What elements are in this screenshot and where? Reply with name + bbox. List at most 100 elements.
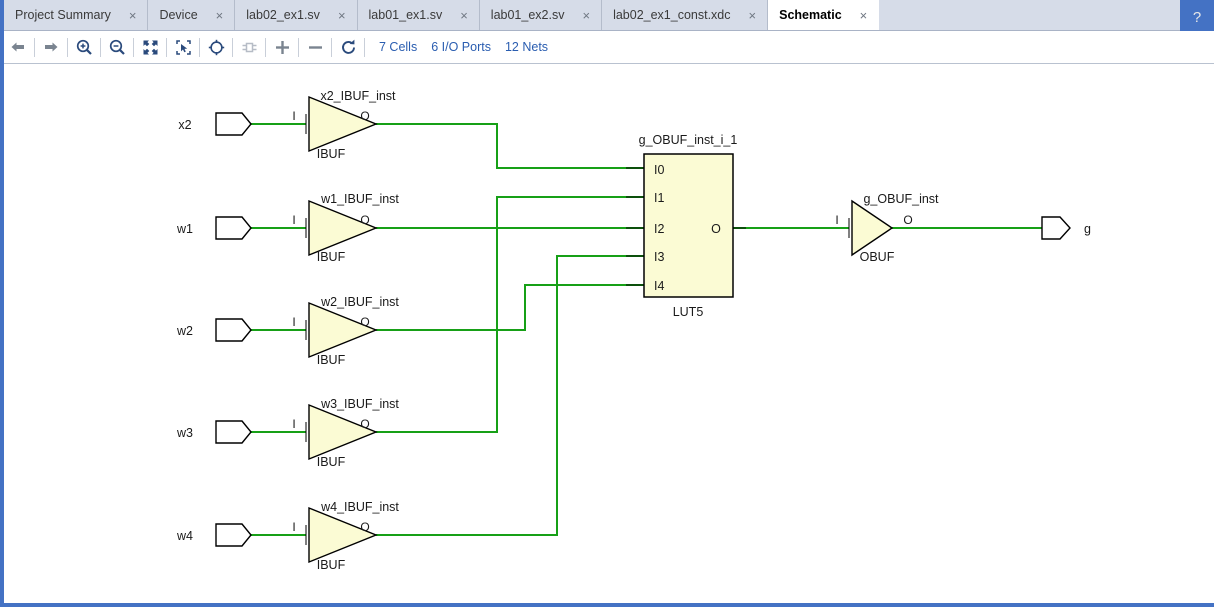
port-label-w1: w1 (176, 222, 193, 236)
port-label-g: g (1084, 222, 1091, 236)
port-label-w3: w3 (176, 426, 193, 440)
tab-close-icon[interactable]: × (747, 8, 759, 23)
help-bar: ? (1180, 0, 1214, 31)
expand-cell-icon[interactable] (235, 33, 263, 61)
toolbar-separator (364, 38, 365, 57)
pin-label-in: I (292, 213, 295, 227)
pin-label-out: O (360, 417, 369, 431)
toolbar-separator (331, 38, 332, 57)
remove-cells-icon[interactable] (301, 33, 329, 61)
lut-pin-label-o: O (711, 222, 721, 236)
port-shape-w4 (216, 524, 251, 546)
cell-instance-label: w1_IBUF_inst (320, 192, 399, 206)
cell-g-obuf[interactable] (852, 201, 892, 255)
tab-strip-filler (879, 0, 1214, 30)
pin-label-out: O (360, 109, 369, 123)
tab-lab02-ex1-const-xdc[interactable]: lab02_ex1_const.xdc × (602, 0, 768, 30)
cell-w1-ibuf[interactable] (309, 201, 376, 255)
tab-project-summary[interactable]: Project Summary × (4, 0, 148, 30)
tab-label: lab02_ex1.sv (246, 8, 320, 22)
pin-label-in: I (835, 213, 838, 227)
zoom-fit-icon[interactable] (136, 33, 164, 61)
cell-x2-ibuf[interactable] (309, 97, 376, 151)
cell-w3-ibuf[interactable] (309, 405, 376, 459)
cell-instance-label: w3_IBUF_inst (320, 397, 399, 411)
cell-instance-label: g_OBUF_inst (863, 192, 939, 206)
tab-lab01-ex2-sv[interactable]: lab01_ex2.sv × (480, 0, 602, 30)
cell-instance-label: x2_IBUF_inst (320, 89, 396, 103)
pin-label-in: I (292, 417, 295, 431)
toolbar-separator (34, 38, 35, 57)
toolbar-separator (265, 38, 266, 57)
forward-arrow-icon[interactable] (37, 33, 65, 61)
cell-type-label: IBUF (317, 353, 346, 367)
tab-close-icon[interactable]: × (458, 8, 470, 23)
cell-type-label: IBUF (317, 250, 346, 264)
zoom-area-icon[interactable] (169, 33, 197, 61)
pin-label-in: I (292, 520, 295, 534)
tab-close-icon[interactable]: × (858, 8, 870, 23)
port-shape-g[interactable] (1042, 217, 1070, 239)
question-mark-icon[interactable]: ? (1193, 10, 1201, 25)
tab-label: lab01_ex1.sv (369, 8, 443, 22)
buffer-triangle (309, 303, 376, 357)
toolbar-separator (133, 38, 134, 57)
add-cells-icon[interactable] (268, 33, 296, 61)
port-shape-w3 (216, 421, 251, 443)
toolbar-separator (166, 38, 167, 57)
cell-instance-label: w2_IBUF_inst (320, 295, 399, 309)
cell-type-label: IBUF (317, 558, 346, 572)
buffer-triangle (309, 405, 376, 459)
cell-type-label: OBUF (860, 250, 895, 264)
cell-w2-ibuf[interactable] (309, 303, 376, 357)
stat-cells[interactable]: 7 Cells (379, 40, 417, 54)
tab-schematic[interactable]: Schematic × (768, 0, 879, 30)
pin-label-out: O (360, 520, 369, 534)
tab-lab02-ex1-sv[interactable]: lab02_ex1.sv × (235, 0, 357, 30)
pin-label-in: I (292, 315, 295, 329)
highlight-icon[interactable] (202, 33, 230, 61)
port-label-x2: x2 (178, 118, 191, 132)
lut-pin-label-i4: I4 (654, 279, 664, 293)
buffer-triangle (309, 201, 376, 255)
tab-lab01-ex1-sv[interactable]: lab01_ex1.sv × (358, 0, 480, 30)
zoom-in-icon[interactable] (70, 33, 98, 61)
buffer-triangle (852, 201, 892, 255)
cell-w4-ibuf[interactable] (309, 508, 376, 562)
buffer-triangle (309, 508, 376, 562)
wire-w2-to-lut-i3 (376, 285, 644, 330)
wire-x2-to-lut-i0 (376, 124, 644, 168)
tab-label: lab01_ex2.sv (491, 8, 565, 22)
tab-strip: Project Summary × Device × lab02_ex1.sv … (4, 0, 1214, 31)
port-shape-x2 (216, 113, 251, 135)
zoom-out-icon[interactable] (103, 33, 131, 61)
schematic-window: Project Summary × Device × lab02_ex1.sv … (0, 0, 1214, 607)
cell-type-label: IBUF (317, 147, 346, 161)
back-arrow-icon[interactable] (4, 33, 32, 61)
stat-nets[interactable]: 12 Nets (505, 40, 548, 54)
lut-pin-label-i0: I0 (654, 163, 664, 177)
cell-type-label: LUT5 (673, 305, 704, 319)
tab-label: Schematic (779, 8, 842, 22)
tab-close-icon[interactable]: × (580, 8, 592, 23)
toolbar-separator (199, 38, 200, 57)
cell-type-label: IBUF (317, 455, 346, 469)
buffer-triangle (309, 97, 376, 151)
regenerate-icon[interactable] (334, 33, 362, 61)
lut-pin-label-i1: I1 (654, 191, 664, 205)
input-port-shapes[interactable] (216, 113, 251, 546)
tab-device[interactable]: Device × (148, 0, 235, 30)
pin-label-out: O (360, 315, 369, 329)
tab-label: Project Summary (15, 8, 111, 22)
tab-close-icon[interactable]: × (336, 8, 348, 23)
tab-close-icon[interactable]: × (214, 8, 226, 23)
schematic-canvas[interactable]: x2 w1 w2 w3 w4 x2_IBUF_inst IBUF I O w1_… (4, 64, 1214, 603)
lut-pin-label-i3: I3 (654, 250, 664, 264)
cell-instance-label: g_OBUF_inst_i_1 (639, 133, 738, 147)
toolbar-separator (100, 38, 101, 57)
toolbar-separator (67, 38, 68, 57)
tab-close-icon[interactable]: × (127, 8, 139, 23)
stat-io-ports[interactable]: 6 I/O Ports (431, 40, 491, 54)
cell-instance-label: w4_IBUF_inst (320, 500, 399, 514)
tab-label: Device (159, 8, 197, 22)
